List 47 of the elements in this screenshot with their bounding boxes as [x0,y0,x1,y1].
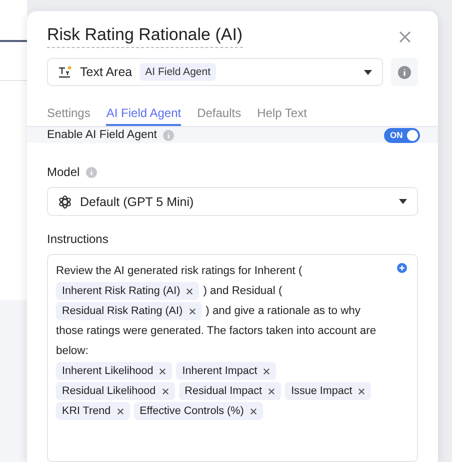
field-token[interactable]: Inherent Likelihood [56,362,172,380]
agent-tag: AI Field Agent [140,63,216,81]
model-icon [58,194,72,208]
field-token[interactable]: Inherent Risk Rating (AI) [56,282,200,300]
instruction-text: ) and give a rationale as to why [206,305,360,317]
instruction-text: ) and Residual ( [203,285,282,297]
close-icon[interactable] [399,30,411,42]
field-type-select[interactable]: Text Area AI Field Agent [47,58,383,86]
remove-icon[interactable] [162,388,169,394]
field-token[interactable]: Residual Likelihood [56,382,175,400]
field-token[interactable]: Effective Controls (%) [134,402,263,420]
model-value: Default (GPT 5 Mini) [80,194,194,208]
instructions-field[interactable] [47,254,418,462]
info-icon [86,166,97,178]
remove-icon[interactable] [116,408,124,414]
instructions-label: Instructions [47,232,108,246]
text-area-icon [58,66,72,78]
instruction-text: those ratings were generated. The factors taken into account are [56,325,376,337]
caret-icon [364,70,372,74]
enable-label: Enable AI Field Agent [47,129,157,141]
caret-icon [399,199,407,204]
remove-icon[interactable] [188,308,196,314]
info-icon [398,66,411,78]
remove-icon[interactable] [358,388,366,394]
model-select[interactable]: Default (GPT 5 Mini) [47,187,418,216]
tab[interactable]: Help Text [257,106,307,126]
dialog-title: Risk Rating Rationale (AI) [47,25,243,48]
tab[interactable]: Settings [47,106,90,126]
tab[interactable]: Defaults [197,106,242,126]
field-token[interactable]: KRI Trend [56,402,130,420]
remove-icon[interactable] [268,388,276,394]
remove-icon[interactable] [186,288,194,294]
toggle-switch[interactable]: ON [384,128,420,142]
info-icon [162,130,174,140]
add-icon[interactable] [397,263,407,273]
remove-icon[interactable] [263,368,270,374]
field-token[interactable]: Residual Impact [178,382,282,400]
remove-icon[interactable] [159,368,166,374]
instruction-text: below: [56,345,88,357]
field-token[interactable]: Residual Risk Rating (AI) [56,302,202,320]
field-type-label: Text Area [80,65,132,79]
field-token[interactable]: Inherent Impact [176,362,276,380]
instruction-text: Review the AI generated risk ratings for Inherent ( [56,265,302,277]
remove-icon[interactable] [250,408,257,414]
model-label: Model [47,165,80,179]
field-token[interactable]: Issue Impact [285,382,372,400]
info-button[interactable] [391,58,418,86]
